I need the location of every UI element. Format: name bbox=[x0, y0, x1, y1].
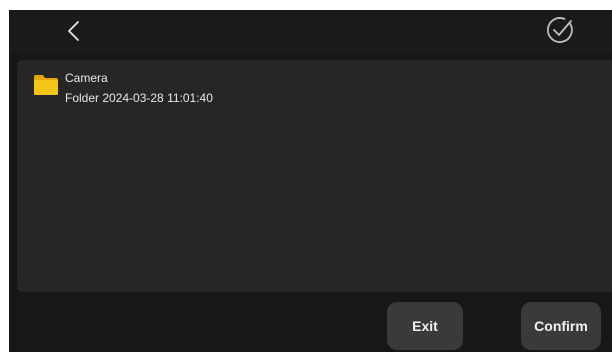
folder-icon bbox=[34, 75, 58, 95]
top-bar bbox=[9, 10, 612, 52]
list-item-camera-folder[interactable]: Camera Folder 2024-03-28 11:01:40 bbox=[17, 60, 612, 110]
confirm-button[interactable]: Confirm bbox=[521, 302, 601, 350]
file-list-panel: Camera Folder 2024-03-28 11:01:40 bbox=[17, 60, 612, 292]
chevron-left-icon bbox=[68, 21, 79, 41]
check-circle-icon bbox=[547, 17, 573, 43]
item-name: Camera bbox=[65, 71, 108, 85]
confirm-check-button[interactable] bbox=[544, 14, 576, 46]
item-meta: Folder 2024-03-28 11:01:40 bbox=[65, 91, 213, 105]
exit-button[interactable]: Exit bbox=[387, 302, 463, 350]
folder-picker-screen: Camera Folder 2024-03-28 11:01:40 Exit C… bbox=[9, 10, 612, 352]
back-button[interactable] bbox=[61, 18, 87, 44]
